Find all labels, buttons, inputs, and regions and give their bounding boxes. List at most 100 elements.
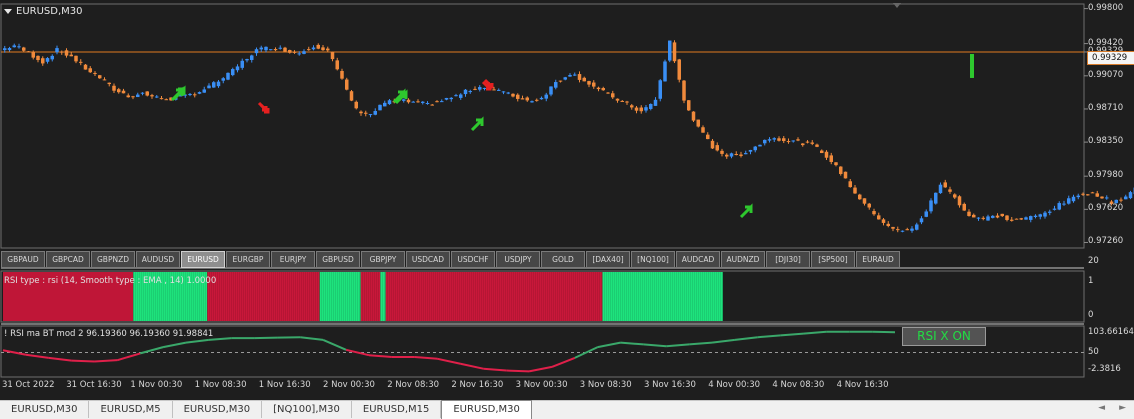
candle-body bbox=[302, 51, 306, 54]
candle-body bbox=[1091, 192, 1095, 193]
symbol-button-audcad[interactable]: AUDCAD bbox=[676, 251, 720, 268]
symbol-button-audnzd[interactable]: AUDNZD bbox=[721, 251, 765, 268]
symbol-button-eurjpy[interactable]: EURJPY bbox=[271, 251, 315, 268]
candle-body bbox=[307, 49, 311, 50]
candle-body bbox=[293, 52, 297, 53]
candle-body bbox=[777, 138, 781, 140]
candle-body bbox=[925, 211, 929, 216]
candle-body bbox=[369, 114, 373, 115]
candle-body bbox=[996, 216, 1000, 218]
chart-tab[interactable]: EURUSD,M30 bbox=[441, 400, 531, 419]
candle-body bbox=[1015, 219, 1019, 220]
candle-body bbox=[160, 98, 164, 99]
scroll-left-icon[interactable]: ◄ bbox=[1098, 403, 1105, 413]
symbol-button-dji30[interactable]: [DJI30] bbox=[766, 251, 810, 268]
candle-body bbox=[507, 93, 511, 94]
chart-tab[interactable]: EURUSD,M5 bbox=[89, 401, 172, 418]
symbol-button-usdchf[interactable]: USDCHF bbox=[451, 251, 495, 268]
symbol-button-dax40[interactable]: [DAX40] bbox=[586, 251, 630, 268]
price-tick-label: 0.97620 bbox=[1082, 203, 1134, 213]
candle-body bbox=[820, 151, 824, 153]
candle-body bbox=[1096, 193, 1100, 196]
candle-body bbox=[32, 52, 36, 57]
symbol-button-usdjpy[interactable]: USDJPY bbox=[496, 251, 540, 268]
candle-body bbox=[60, 52, 64, 53]
candle-body bbox=[792, 140, 796, 141]
buy-arrow-icon bbox=[741, 207, 751, 217]
candle-body bbox=[469, 91, 473, 92]
symbol-button-gold[interactable]: GOLD bbox=[541, 251, 585, 268]
symbol-button-eurusd[interactable]: EURUSD bbox=[181, 251, 225, 268]
candle-body bbox=[516, 95, 520, 99]
candle-body bbox=[929, 200, 933, 211]
candle-body bbox=[136, 95, 140, 97]
candle-body bbox=[635, 108, 639, 111]
symbol-button-nq100[interactable]: [NQ100] bbox=[631, 251, 675, 268]
candle-body bbox=[222, 78, 226, 80]
chart-tab[interactable]: EURUSD,M30 bbox=[0, 401, 89, 418]
rsi-ma-line-segment bbox=[323, 340, 346, 350]
candle-body bbox=[502, 91, 506, 92]
rsi-ma-line-segment bbox=[3, 350, 26, 355]
candle-body bbox=[625, 102, 629, 103]
candle-body bbox=[882, 219, 886, 223]
candle-body bbox=[1058, 203, 1062, 209]
symbol-button-gbpjpy[interactable]: GBPJPY bbox=[361, 251, 405, 268]
candle-body bbox=[340, 71, 344, 79]
candle-body bbox=[1067, 198, 1071, 203]
chart-tab[interactable]: EURUSD,M30 bbox=[173, 401, 262, 418]
time-tick-label: 3 Nov 08:30 bbox=[580, 380, 632, 390]
symbol-button-sp500[interactable]: [SP500] bbox=[811, 251, 855, 268]
candle-body bbox=[1081, 194, 1085, 195]
rsi-ma-line-segment bbox=[712, 340, 735, 343]
candle-body bbox=[1053, 209, 1057, 210]
rsi-ma-line-segment bbox=[117, 353, 140, 360]
chart-window[interactable]: EURUSD,M30 0.998000.994200.993290.990700… bbox=[0, 0, 1134, 400]
candle-body bbox=[122, 91, 126, 94]
rsi-scale-top: 20 bbox=[1082, 256, 1134, 266]
symbol-button-gbpcad[interactable]: GBPCAD bbox=[46, 251, 90, 268]
candle-body bbox=[530, 101, 534, 102]
scroll-right-icon[interactable]: ► bbox=[1119, 403, 1126, 413]
candle-body bbox=[621, 101, 625, 102]
symbol-button-euraud[interactable]: EURAUD bbox=[856, 251, 900, 268]
chart-tab[interactable]: [NQ100],M30 bbox=[262, 401, 352, 418]
candle-body bbox=[250, 55, 254, 60]
symbol-button-eurgbp[interactable]: EURGBP bbox=[226, 251, 270, 268]
candle-body bbox=[274, 49, 278, 50]
rsi-ma-line-segment bbox=[163, 343, 186, 348]
symbol-button-gbpusd[interactable]: GBPUSD bbox=[316, 251, 360, 268]
candle-body bbox=[74, 56, 78, 62]
candle-body bbox=[692, 112, 696, 121]
chart-tab[interactable]: EURUSD,M15 bbox=[352, 401, 441, 418]
candle-body bbox=[659, 80, 663, 98]
candle-body bbox=[868, 204, 872, 208]
candle-body bbox=[226, 73, 230, 80]
symbol-button-audusd[interactable]: AUDUSD bbox=[136, 251, 180, 268]
rsi-x-on-button[interactable]: RSI X ON bbox=[902, 327, 986, 346]
candle-body bbox=[887, 224, 891, 226]
candle-body bbox=[559, 81, 563, 82]
candle-body bbox=[901, 231, 905, 232]
symbol-button-gbpnzd[interactable]: GBPNZD bbox=[91, 251, 135, 268]
candle-body bbox=[388, 100, 392, 104]
candle-body bbox=[1039, 214, 1043, 216]
candle-body bbox=[141, 93, 145, 94]
candle-body bbox=[112, 86, 116, 91]
candle-body bbox=[188, 94, 192, 95]
time-tick-label: 2 Nov 08:30 bbox=[387, 380, 439, 390]
candle-body bbox=[540, 98, 544, 99]
candle-body bbox=[720, 151, 724, 154]
symbol-button-usdcad[interactable]: USDCAD bbox=[406, 251, 450, 268]
candle-body bbox=[17, 46, 21, 47]
rsi-ma-line-segment bbox=[758, 335, 781, 337]
candle-body bbox=[288, 50, 292, 53]
caret-down-icon[interactable] bbox=[4, 9, 12, 14]
candle-body bbox=[977, 218, 981, 219]
symbol-button-gbpaud[interactable]: GBPAUD bbox=[1, 251, 45, 268]
candle-body bbox=[3, 48, 7, 50]
candle-body bbox=[872, 211, 876, 214]
chart-title-text: EURUSD,M30 bbox=[16, 6, 82, 17]
candle-body bbox=[939, 185, 943, 193]
candle-body bbox=[701, 127, 705, 132]
